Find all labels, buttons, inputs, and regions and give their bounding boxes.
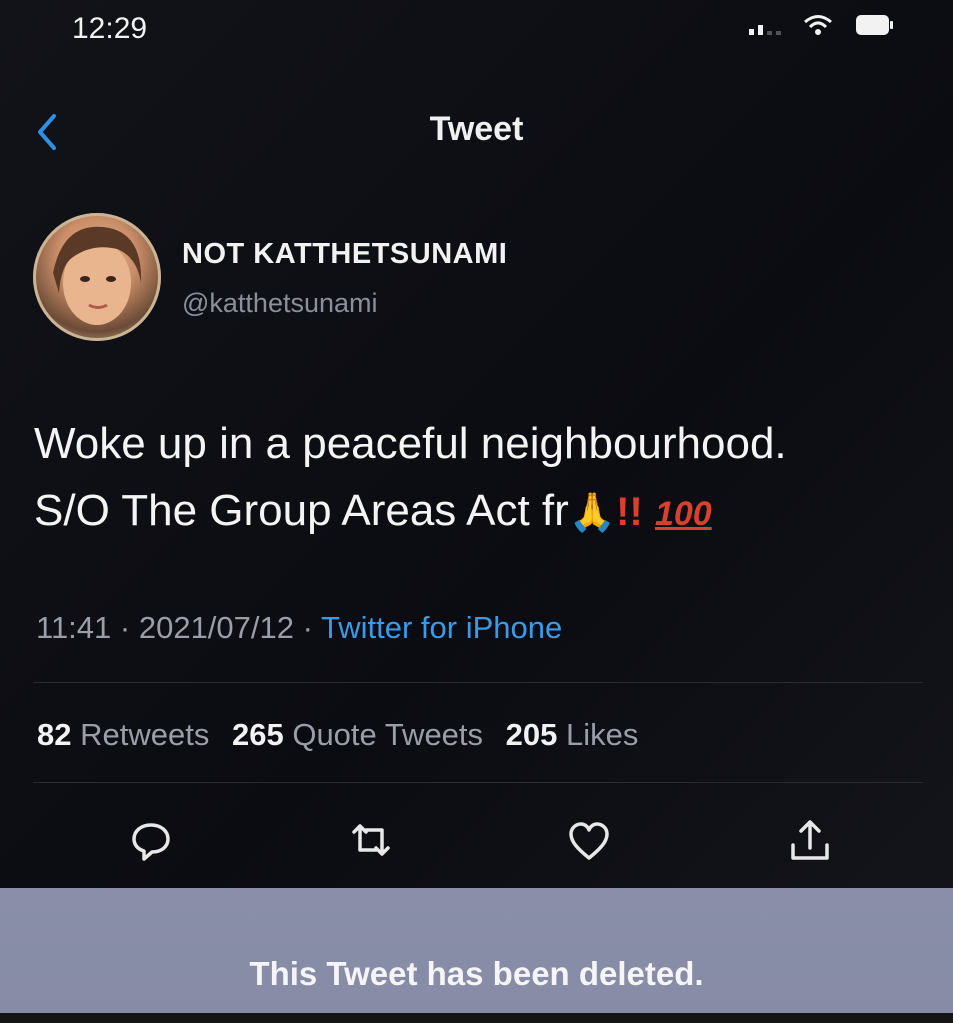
author-display-name[interactable]: NOT KATTHETSUNAMI [182, 238, 507, 271]
tweet-time: 11:41 [36, 610, 112, 645]
likes-stat[interactable]: 205 Likes [506, 717, 639, 752]
status-icons [749, 14, 895, 36]
retweet-icon[interactable] [348, 818, 394, 864]
tweet-action-bar [0, 818, 953, 868]
share-icon[interactable] [787, 818, 833, 864]
signal-icon [749, 15, 781, 35]
likes-count: 205 [505, 717, 558, 752]
tweet-text-line-2-words: S/O The Group Areas Act fr [34, 486, 569, 535]
battery-icon [855, 14, 895, 36]
quote-tweets-count: 265 [231, 717, 284, 752]
deleted-tweet-banner [0, 888, 953, 1013]
quote-tweets-label: Quote Tweets [292, 717, 484, 752]
meta-separator: · [294, 610, 321, 645]
divider [33, 682, 923, 683]
deleted-tweet-text: This Tweet has been deleted. [249, 955, 704, 992]
tweet-text-line-1: Woke up in a peaceful neighbourhood. [34, 419, 787, 468]
retweets-label: Retweets [80, 717, 210, 752]
wifi-icon [803, 14, 833, 36]
meta-separator: · [111, 610, 139, 645]
avatar[interactable] [33, 213, 161, 341]
like-icon[interactable] [566, 818, 612, 864]
status-time: 12:29 [72, 12, 148, 45]
page-title: Tweet [429, 110, 524, 148]
retweets-stat[interactable]: 82 Retweets [37, 717, 209, 752]
hundred-points-emoji: 100 [654, 495, 712, 533]
tweet-screen: 12:29 Tweet NOT KATTHETSUNAMI @katthetsu… [0, 0, 953, 1023]
bottom-edge [0, 1013, 953, 1023]
quote-tweets-stat[interactable]: 265 Quote Tweets [232, 717, 483, 752]
reply-icon[interactable] [128, 818, 174, 864]
tweet-meta: 11:41 · 2021/07/12 · Twitter for iPhone [36, 610, 562, 646]
retweets-count: 82 [37, 717, 72, 752]
author-handle[interactable]: @katthetsunami [182, 288, 378, 319]
folded-hands-emoji: 🙏 [568, 492, 617, 534]
double-exclamation-emoji: !! [616, 490, 643, 534]
tweet-text: Woke up in a peaceful neighbourhood. S/O… [34, 410, 934, 548]
tweet-text-line-2: S/O The Group Areas Act fr🙏!! 100 [34, 477, 934, 548]
divider [33, 782, 923, 783]
tweet-source-link[interactable]: Twitter for iPhone [321, 610, 562, 645]
tweet-date: 2021/07/12 [138, 610, 294, 645]
tweet-stats: 82 Retweets 265 Quote Tweets 205 Likes [37, 717, 652, 753]
likes-label: Likes [566, 717, 639, 752]
